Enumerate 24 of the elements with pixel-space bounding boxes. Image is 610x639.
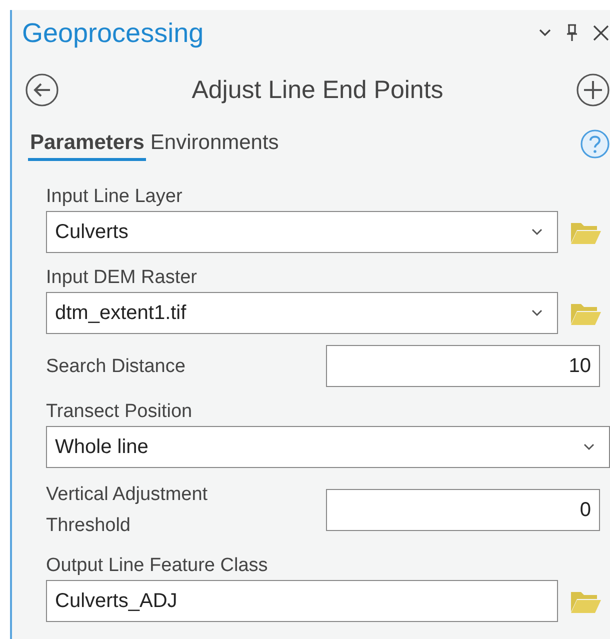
help-icon[interactable] [580,129,610,159]
chevron-down-icon [583,443,595,451]
field-label: Input DEM Raster [46,266,198,290]
pane-title: Geoprocessing [22,18,204,48]
field-label: Vertical Adjustment Threshold [46,483,209,538]
field-label: Output Line Feature Class [46,554,269,578]
close-icon[interactable] [592,24,610,42]
tool-title: Adjust Line End Points [192,76,444,104]
tab[interactable]: Parameters [28,123,146,161]
chevron-down-icon [531,309,543,317]
add-icon[interactable] [576,73,610,107]
dropdown[interactable]: Culverts [46,211,558,253]
dropdown[interactable]: dtm_extent1.tif [46,292,558,334]
field-label: Search Distance [46,354,186,378]
number-field[interactable]: 0 [326,489,600,531]
tab[interactable]: Environments [148,123,281,161]
pin-icon[interactable] [566,24,578,42]
chevron-down-icon[interactable] [538,28,552,38]
chevron-down-icon [531,228,543,236]
field-label: Transect Position [46,400,194,424]
text-field[interactable]: Culverts_ADJ [46,580,558,622]
dropdown[interactable]: Whole line [46,426,610,468]
field-label: Input Line Layer [46,185,184,209]
number-field[interactable]: 10 [326,345,600,387]
